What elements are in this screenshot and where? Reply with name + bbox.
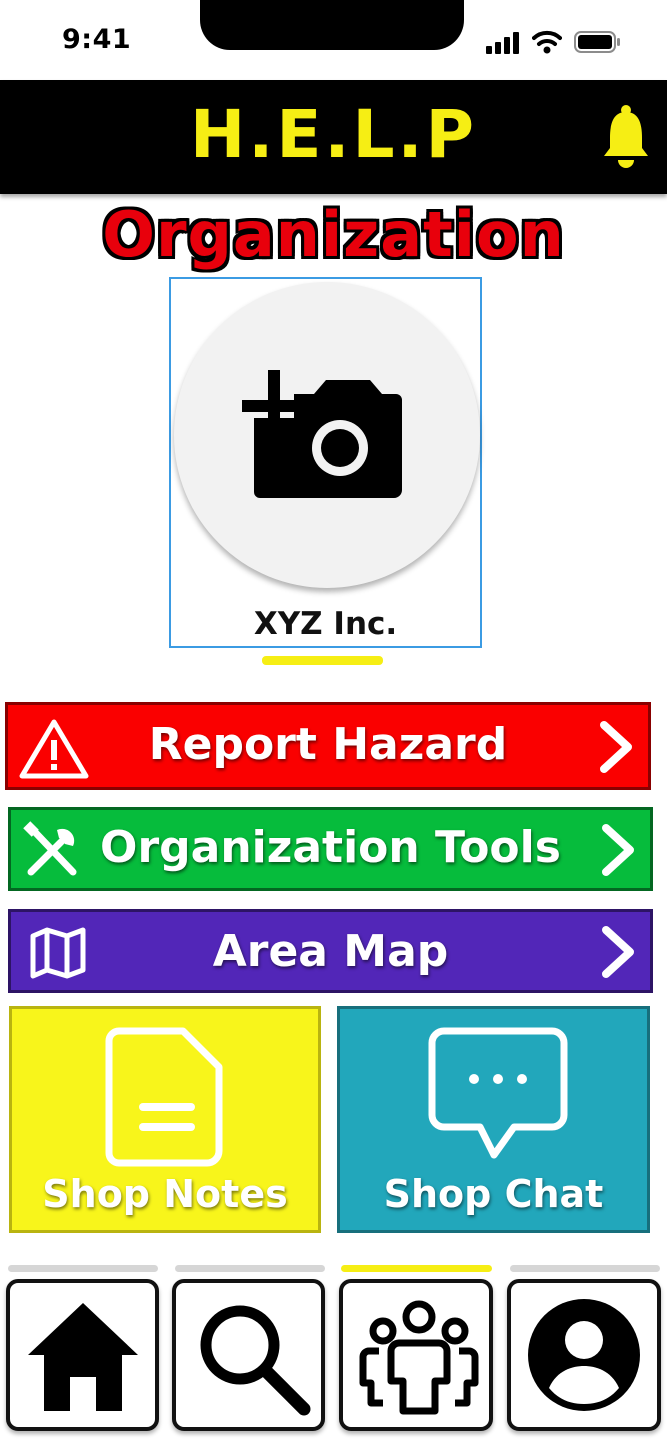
status-time: 9:41 — [62, 24, 132, 55]
shop-notes-label: Shop Notes — [42, 1172, 288, 1216]
nav-search-button[interactable] — [172, 1279, 325, 1431]
chevron-right-icon — [600, 721, 632, 773]
chat-bubble-icon — [428, 1027, 568, 1159]
chevron-right-icon — [602, 824, 634, 876]
area-map-label: Area Map — [212, 926, 449, 977]
battery-icon — [574, 31, 620, 53]
home-icon — [28, 1303, 138, 1411]
device-notch — [200, 0, 464, 50]
shop-notes-button[interactable]: Shop Notes — [9, 1006, 321, 1233]
add-photo-camera-icon — [242, 370, 402, 498]
search-icon — [200, 1305, 311, 1416]
cellular-signal-icon — [486, 32, 519, 54]
report-hazard-label: Report Hazard — [148, 719, 508, 770]
area-map-button[interactable]: Area Map — [8, 909, 653, 993]
organization-name-underline — [262, 656, 383, 665]
organization-heading: Organization — [102, 198, 565, 271]
nav-indicator-home — [8, 1265, 158, 1272]
wifi-icon — [532, 30, 562, 54]
organization-name: XYZ Inc. — [253, 606, 398, 642]
group-icon — [359, 1300, 479, 1415]
report-hazard-button[interactable]: Report Hazard — [5, 702, 651, 790]
nav-indicator-profile — [510, 1265, 660, 1272]
bell-icon[interactable] — [602, 104, 650, 170]
app-title: H.E.L.P — [190, 96, 477, 173]
nav-home-button[interactable] — [6, 1279, 159, 1431]
chevron-right-icon — [602, 926, 634, 978]
organization-tools-button[interactable]: Organization Tools — [8, 807, 653, 891]
nav-profile-button[interactable] — [507, 1279, 661, 1431]
shop-chat-label: Shop Chat — [383, 1172, 604, 1216]
nav-indicator-search — [175, 1265, 325, 1272]
note-document-icon — [105, 1027, 223, 1167]
shop-chat-button[interactable]: Shop Chat — [337, 1006, 650, 1233]
profile-icon — [528, 1299, 640, 1411]
organization-tools-label: Organization Tools — [100, 822, 561, 873]
nav-indicator-group-active — [341, 1265, 492, 1272]
nav-group-button[interactable] — [339, 1279, 493, 1431]
